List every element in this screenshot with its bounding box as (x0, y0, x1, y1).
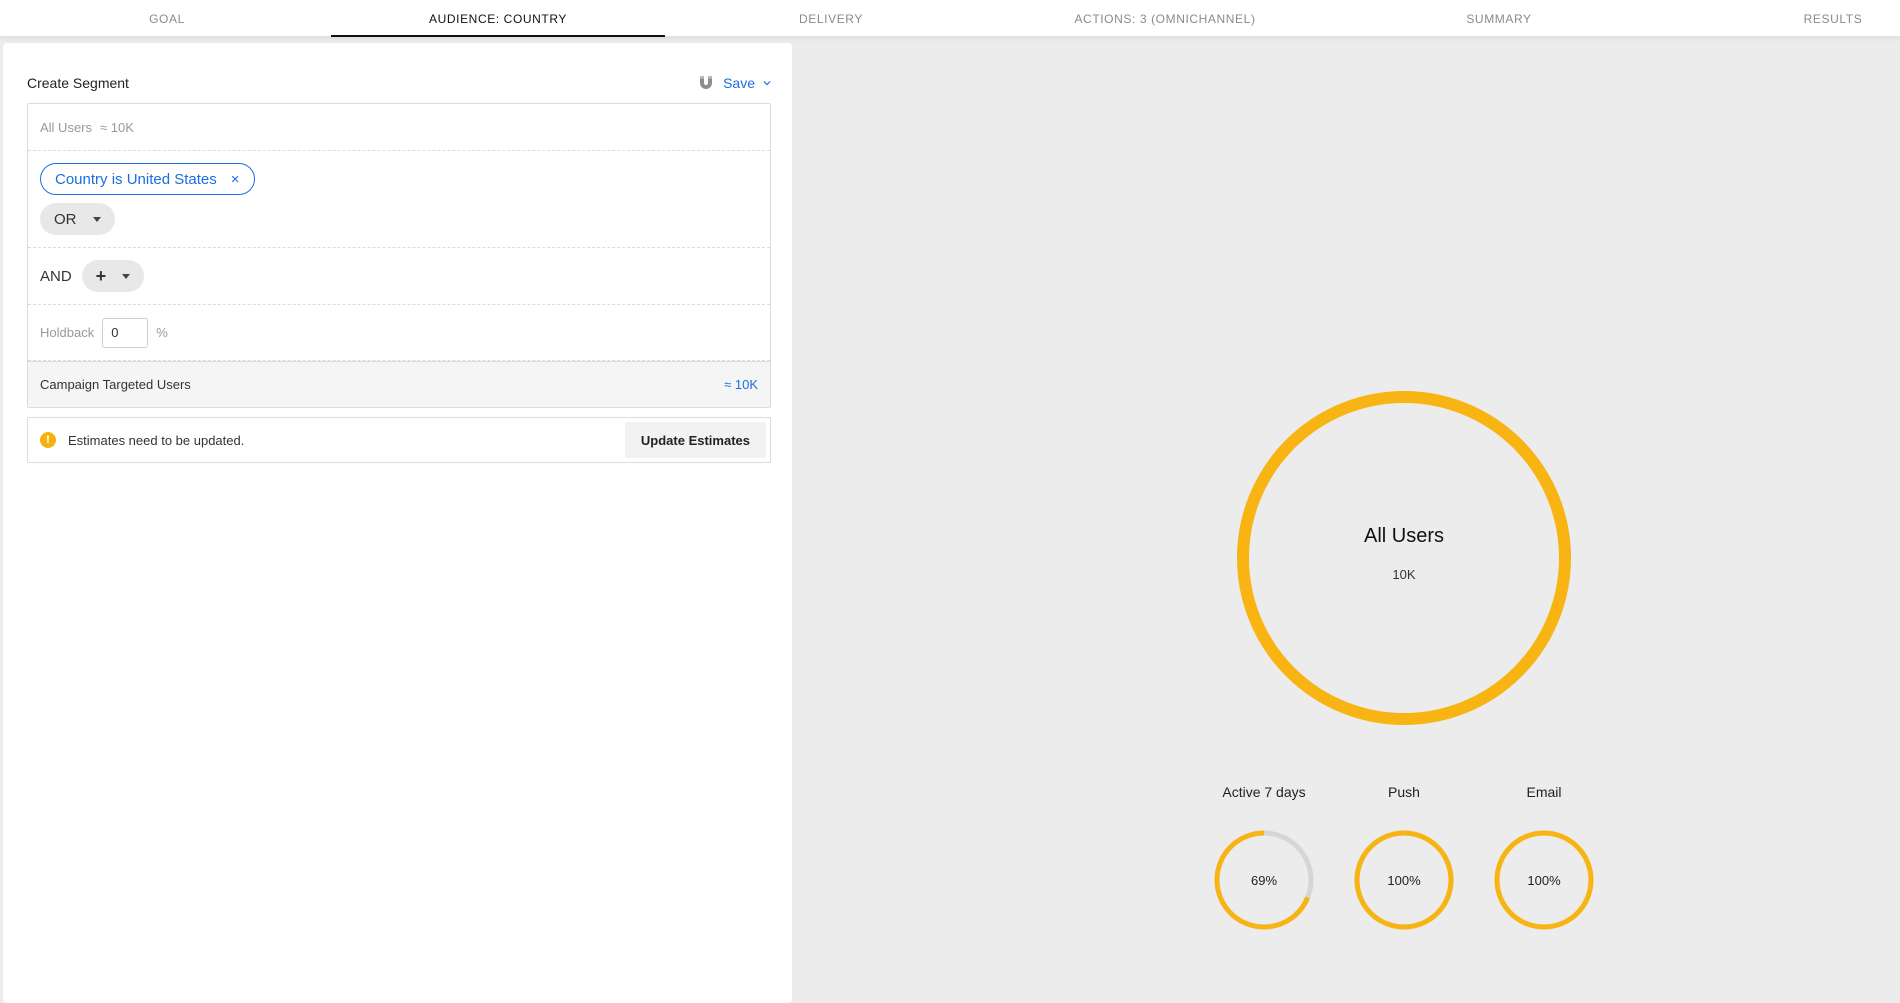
overview-title: All Users (1363, 525, 1444, 547)
segment-panel: Create Segment Save All Users ≈ 10K Coun… (3, 43, 792, 1003)
stat-label: Active 7 days (1222, 784, 1306, 800)
stat-push: Push 100% (1344, 784, 1464, 932)
update-estimates-button[interactable]: Update Estimates (624, 422, 766, 458)
stat-ring: 100% (1492, 828, 1596, 932)
tab-audience[interactable]: AUDIENCE: COUNTRY (331, 0, 665, 37)
tab-summary[interactable]: SUMMARY (1332, 0, 1666, 37)
estimate-notice: ! Estimates need to be updated. Update E… (27, 417, 771, 463)
all-users-row: All Users ≈ 10K (28, 104, 770, 151)
filter-chip-country[interactable]: Country is United States × (40, 163, 255, 195)
or-dropdown[interactable]: OR (40, 203, 115, 235)
stat-value: 100% (1387, 872, 1421, 888)
and-label: AND (40, 267, 72, 285)
caret-down-icon (122, 273, 131, 279)
panel-header: Create Segment Save (27, 71, 771, 95)
magnet-icon (700, 76, 713, 89)
warning-icon: ! (40, 432, 56, 448)
holdback-row: Holdback % (28, 305, 770, 361)
segment-builder: All Users ≈ 10K Country is United States… (27, 103, 771, 408)
stat-ring: 100% (1352, 828, 1456, 932)
plus-icon: + (95, 266, 107, 286)
stat-label: Push (1388, 784, 1420, 800)
stat-active-7-days: Active 7 days 69% (1204, 784, 1324, 932)
chevron-down-icon (763, 81, 771, 86)
stat-value: 100% (1527, 872, 1561, 888)
all-users-count: ≈ 10K (100, 119, 134, 135)
stat-email: Email 100% (1484, 784, 1604, 932)
save-button[interactable]: Save (697, 74, 771, 92)
all-users-label: All Users (40, 119, 93, 135)
step-tab-bar: GOAL AUDIENCE: COUNTRY DELIVERY ACTIONS:… (0, 0, 1900, 37)
caret-down-icon (92, 216, 101, 222)
save-label: Save (723, 75, 755, 91)
estimate-text: Estimates need to be updated. (68, 432, 245, 448)
add-condition-dropdown[interactable]: + (81, 260, 145, 292)
holdback-unit: % (156, 325, 168, 340)
tab-results[interactable]: RESULTS (1666, 0, 1900, 37)
overview-count: 10K (1392, 567, 1416, 582)
targeted-users-row: Campaign Targeted Users ≈ 10K (28, 361, 770, 407)
targeted-users-label: Campaign Targeted Users (40, 377, 191, 392)
filter-chip-label: Country is United States (55, 170, 217, 188)
tab-actions[interactable]: ACTIONS: 3 (OMNICHANNEL) (998, 0, 1332, 37)
tab-goal[interactable]: GOAL (0, 0, 334, 37)
stat-ring: 69% (1212, 828, 1316, 932)
stat-label: Email (1526, 784, 1562, 800)
filter-group: Country is United States × OR (28, 151, 770, 248)
and-row: AND + (28, 248, 770, 305)
holdback-input[interactable] (102, 317, 149, 348)
or-label: OR (54, 210, 77, 228)
tab-delivery[interactable]: DELIVERY (664, 0, 998, 37)
stat-value: 69% (1250, 872, 1278, 888)
targeted-users-count: ≈ 10K (724, 377, 758, 392)
holdback-label: Holdback (40, 325, 95, 340)
all-users-ring (1237, 391, 1571, 725)
panel-title: Create Segment (27, 75, 129, 91)
close-icon[interactable]: × (231, 172, 240, 187)
